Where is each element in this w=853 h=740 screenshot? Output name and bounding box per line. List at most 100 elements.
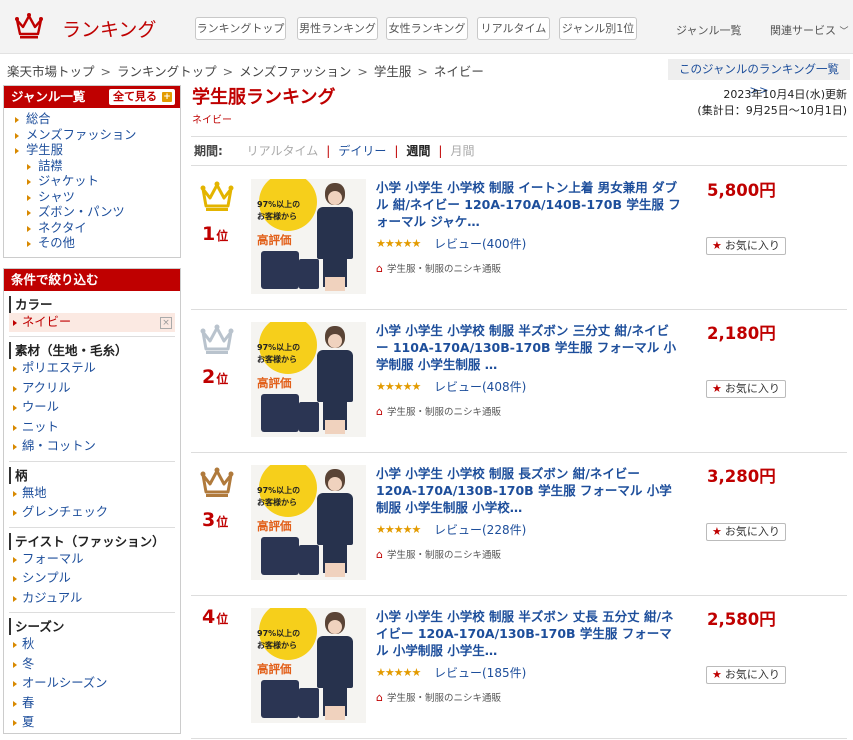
filter-item[interactable]: アクリル: [4, 379, 180, 399]
sidebar-genre-item[interactable]: 学生服: [13, 143, 180, 159]
page-title: 学生服ランキング: [192, 87, 336, 108]
filter-item[interactable]: 無地: [4, 484, 180, 504]
filter-item[interactable]: 冬: [4, 655, 180, 675]
rank-suffix: 位: [216, 229, 229, 243]
period-selector: 期間: リアルタイム | デイリー | 週間 | 月間: [191, 136, 847, 166]
genre-list-link[interactable]: ジャンル一覧: [676, 22, 741, 38]
thumb-garment: [261, 251, 299, 289]
filter-item[interactable]: 秋: [4, 635, 180, 655]
breadcrumb-rakuten-top[interactable]: 楽天市場トップ: [7, 64, 95, 79]
review-link[interactable]: レビュー(408件): [434, 378, 526, 395]
home-icon: ⌂: [376, 262, 383, 275]
thumb-text: 97%以上の: [257, 486, 301, 495]
thumb-figure: [328, 191, 342, 205]
review-link[interactable]: レビュー(228件): [434, 521, 526, 538]
show-all-button[interactable]: 全て見る +: [109, 89, 175, 105]
genre-ranking-list-link[interactable]: このジャンルのランキング一覧 >>: [668, 59, 850, 97]
breadcrumb-sep: >: [417, 64, 428, 79]
filter-item[interactable]: シンプル: [4, 569, 180, 589]
filter-item[interactable]: ニット: [4, 418, 180, 438]
product-title-link[interactable]: 小学 小学生 小学校 制服 半ズボン 丈長 五分丈 紺/ネイビー 120A-17…: [376, 608, 681, 659]
sidebar-genre-item[interactable]: ズボン・パンツ: [25, 205, 180, 221]
filter-item[interactable]: フォーマル: [4, 550, 180, 570]
logo-text[interactable]: ランキング: [62, 15, 156, 42]
breadcrumb-ranking-top[interactable]: ランキングトップ: [117, 64, 217, 79]
ranking-item: 4位 97%以上の お客様から 高評価 小学 小学生 小学校 制服 半ズボン 丈長 五分…: [191, 596, 847, 739]
tab-ranking-top[interactable]: ランキングトップ: [195, 17, 286, 40]
rank-value: 4: [202, 606, 216, 628]
favorite-button[interactable]: ★ お気に入り: [706, 666, 786, 684]
thumb-garment: [261, 680, 299, 718]
home-icon: ⌂: [376, 405, 383, 418]
thumb-figure: [317, 636, 353, 688]
filter-divider: [9, 460, 175, 462]
rank-number: 1位: [202, 223, 242, 245]
star-icon: ★: [712, 668, 722, 681]
filter-item-label: フォーマル: [22, 551, 84, 566]
update-date: 2023年10月4日(水)更新 (集計日：9月25日～10月1日): [697, 87, 847, 119]
product-thumbnail[interactable]: 97%以上の お客様から 高評価: [251, 465, 366, 580]
product-thumbnail[interactable]: 97%以上の お客様から 高評価: [251, 608, 366, 723]
tab-womens-ranking[interactable]: 女性ランキング: [386, 17, 468, 40]
shop-link[interactable]: ⌂ 学生服・制服のニシキ通販: [376, 547, 501, 561]
breadcrumb-sep: >: [100, 64, 111, 79]
sidebar-genre-item[interactable]: 詰襟: [25, 159, 180, 175]
remove-filter-icon[interactable]: ×: [160, 316, 172, 329]
filter-item[interactable]: 夏: [4, 713, 180, 733]
filter-item[interactable]: 綿・コットン: [4, 437, 180, 457]
related-services-link[interactable]: 関連サービス ﹀: [770, 22, 849, 38]
thumb-text: 97%以上の: [257, 200, 301, 209]
filter-divider: [9, 336, 175, 337]
shop-link[interactable]: ⌂ 学生服・制服のニシキ通販: [376, 690, 501, 704]
star-icon: ★: [712, 239, 722, 252]
sidebar-genre-item[interactable]: その他: [25, 236, 180, 252]
period-daily[interactable]: デイリー: [338, 144, 386, 158]
product-title-link[interactable]: 小学 小学生 小学校 制服 長ズボン 紺/ネイビー 120A-170A/130B…: [376, 465, 681, 516]
tab-mens-ranking[interactable]: 男性ランキング: [297, 17, 378, 40]
review-link[interactable]: レビュー(400件): [434, 235, 526, 252]
filter-item[interactable]: ポリエステル: [4, 359, 180, 379]
shop-name: 学生服・制服のニシキ通販: [386, 550, 501, 561]
period-sep: |: [326, 144, 331, 158]
review-link[interactable]: レビュー(185件): [434, 664, 526, 681]
product-thumbnail[interactable]: 97%以上の お客様から 高評価: [251, 179, 366, 294]
filter-item[interactable]: オールシーズン: [4, 674, 180, 694]
favorite-label: お気に入り: [724, 239, 780, 252]
filter-item-label: シンプル: [22, 571, 71, 585]
sidebar-genre-item[interactable]: 総合: [13, 112, 180, 128]
shop-link[interactable]: ⌂ 学生服・制服のニシキ通販: [376, 404, 501, 418]
tab-genre-first[interactable]: ジャンル別1位: [559, 17, 637, 40]
sidebar-genre-item[interactable]: ネクタイ: [25, 221, 180, 237]
genre-list-title: ジャンル一覧: [11, 89, 86, 104]
product-title-link[interactable]: 小学 小学生 小学校 制服 半ズボン 三分丈 紺/ネイビー 110A-170A/…: [376, 322, 681, 373]
sidebar-genre-item[interactable]: ジャケット: [25, 174, 180, 190]
favorite-button[interactable]: ★ お気に入り: [706, 523, 786, 541]
breadcrumb-mens-fashion[interactable]: メンズファッション: [239, 64, 351, 79]
product-title-link[interactable]: 小学 小学生 小学校 制服 イートン上着 男女兼用 ダブル 紺/ネイビー 120…: [376, 179, 681, 230]
filter-item[interactable]: グレンチェック: [4, 503, 180, 523]
filter-item[interactable]: カジュアル: [4, 589, 180, 609]
thumb-garment: [299, 545, 319, 575]
sidebar: ジャンル一覧 全て見る + 総合 メンズファッション 学生服 詰襟 ジャケット シャツ ズボン…: [3, 85, 181, 734]
rank-suffix: 位: [216, 612, 229, 626]
crown-logo-icon[interactable]: [14, 12, 44, 40]
product-price: 2,580円: [707, 610, 776, 629]
sidebar-genre-item[interactable]: メンズファッション: [13, 128, 180, 144]
breadcrumb-navy[interactable]: ネイビー: [434, 64, 484, 79]
filter-item-label: ネイビー: [22, 314, 72, 329]
favorite-button[interactable]: ★ お気に入り: [706, 237, 786, 255]
filter-item[interactable]: 春: [4, 694, 180, 714]
filter-item[interactable]: ウール: [4, 398, 180, 418]
thumb-figure: [325, 706, 345, 720]
breadcrumb-student-uniform[interactable]: 学生服: [374, 64, 412, 79]
filter-item-label: ウール: [22, 400, 59, 414]
filter-item-selected[interactable]: ネイビー ×: [9, 312, 175, 332]
plus-icon: +: [162, 92, 172, 102]
rank-number: 4位: [202, 606, 242, 628]
favorite-button[interactable]: ★ お気に入り: [706, 380, 786, 398]
shop-link[interactable]: ⌂ 学生服・制服のニシキ通販: [376, 261, 501, 275]
product-thumbnail[interactable]: 97%以上の お客様から 高評価: [251, 322, 366, 437]
filter-item-label: 秋: [22, 637, 35, 651]
tab-realtime[interactable]: リアルタイム: [477, 17, 550, 40]
sidebar-genre-item[interactable]: シャツ: [25, 190, 180, 206]
